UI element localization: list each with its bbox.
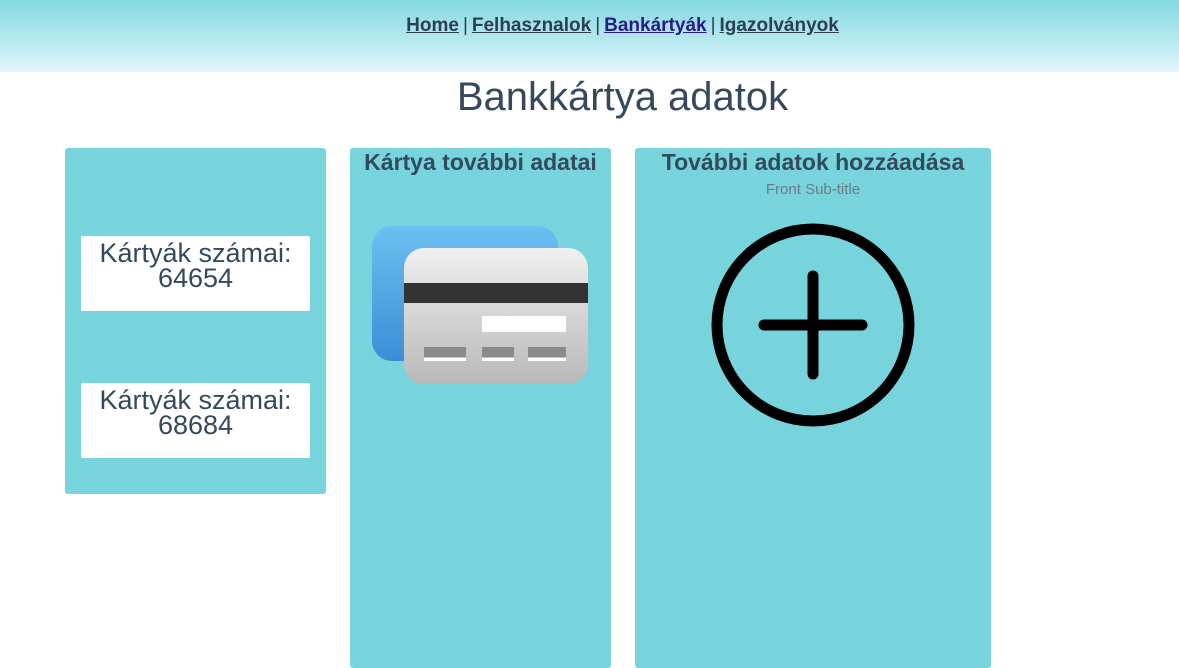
nav-separator: | xyxy=(462,15,468,36)
plus-circle-icon[interactable] xyxy=(710,222,916,433)
nav-link-ids[interactable]: Igazolványok xyxy=(720,15,839,36)
card-details-title: Kártya további adatai xyxy=(364,149,597,175)
card-details-panel[interactable]: Kártya további adatai xyxy=(350,148,611,668)
nav-link-home[interactable]: Home xyxy=(406,15,459,36)
nav-link-bankcards[interactable]: Bankártyák xyxy=(604,15,706,36)
add-details-subtitle: Front Sub-title xyxy=(765,181,861,198)
nav-link-users[interactable]: Felhasznalok xyxy=(472,15,591,36)
card-number-item[interactable]: Kártyák számai: 68684 xyxy=(81,383,310,458)
add-details-title: További adatok hozzáadása xyxy=(661,149,965,175)
card-numbers-panel: Kártyák számai: 64654 Kártyák számai: 68… xyxy=(65,148,326,494)
card-number-item[interactable]: Kártyák számai: 64654 xyxy=(81,236,310,311)
nav-separator: | xyxy=(710,15,716,36)
card-number-value: 64654 xyxy=(157,263,234,293)
credit-card-icon xyxy=(372,226,588,391)
top-navbar: Home | Felhasznalok | Bankártyák | Igazolványo… xyxy=(0,0,1179,72)
page-title: Bankkártya adatok xyxy=(456,75,789,119)
add-details-panel[interactable]: További adatok hozzáadása Front Sub-titl… xyxy=(635,148,991,668)
card-number-value: 68684 xyxy=(157,410,234,440)
nav-links: Home | Felhasznalok | Bankártyák | Igazolványo… xyxy=(0,15,1179,37)
nav-separator: | xyxy=(595,15,601,36)
card-number-label: Kártyák számai: xyxy=(99,385,292,415)
card-number-label: Kártyák számai: xyxy=(99,238,292,268)
